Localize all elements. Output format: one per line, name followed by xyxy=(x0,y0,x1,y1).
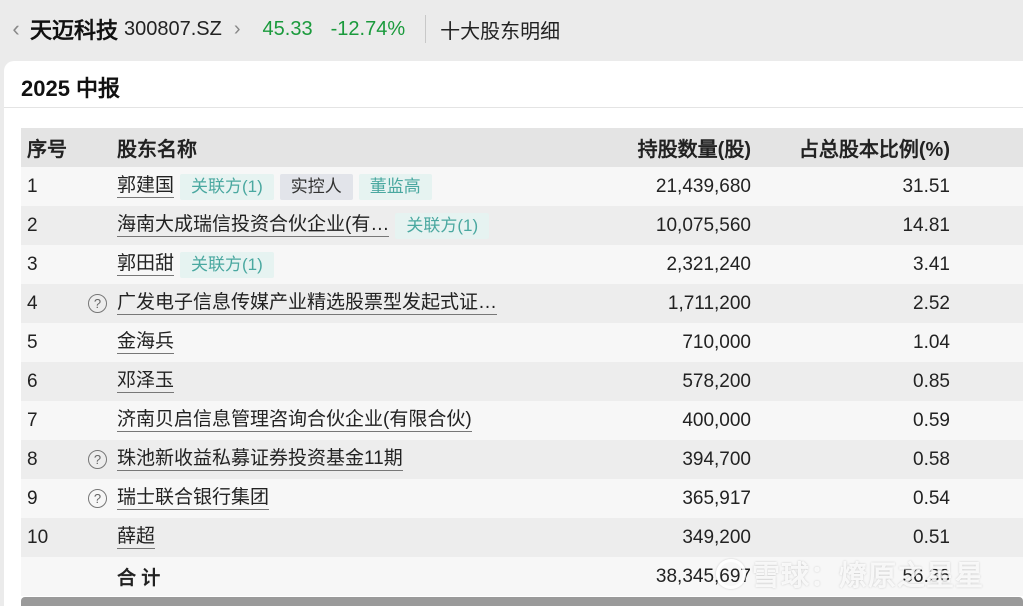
shares-held: 394,700 xyxy=(682,448,751,470)
page-title: 十大股东明细 xyxy=(440,20,561,43)
row-index: 3 xyxy=(27,253,38,275)
share-ratio: 14.81 xyxy=(902,214,950,236)
question-circle-icon[interactable]: ? xyxy=(88,489,107,508)
total-label: 合 计 xyxy=(117,568,161,589)
col-header-ratio[interactable]: 占总股本比例(%) xyxy=(753,133,986,162)
row-index: 4 xyxy=(27,292,38,314)
question-circle-icon[interactable]: ? xyxy=(88,450,107,469)
chevron-right-icon[interactable]: › xyxy=(234,18,241,41)
tag-controller: 实控人 xyxy=(279,173,353,200)
share-ratio: 0.51 xyxy=(913,526,950,548)
tag-executive: 董监高 xyxy=(358,173,432,200)
price-change: -12.74% xyxy=(330,17,406,40)
col-header-shares[interactable]: 持股数量(股) xyxy=(560,133,753,162)
shareholder-name[interactable]: 郭建国 xyxy=(117,175,175,198)
top-bar: ‹ 天迈科技 300807.SZ › 45.33 -12.74% 十大股东明细 xyxy=(0,0,1023,58)
tag-related-party[interactable]: 关联方(1) xyxy=(180,251,274,278)
snowball-logo-icon xyxy=(716,559,746,589)
stock-code: 300807.SZ xyxy=(124,17,222,40)
table-row[interactable]: 7 济南贝启信息管理咨询合伙企业(有限合伙) 400,000 0.59 xyxy=(21,401,1023,440)
shareholder-name[interactable]: 薛超 xyxy=(117,526,156,549)
report-period: 2025 中报 xyxy=(21,76,121,101)
table-row[interactable]: 3 郭田甜 关联方(1) 2,321,240 3.41 xyxy=(21,245,1023,284)
col-header-name: 股东名称 xyxy=(117,139,197,161)
shares-held: 1,711,200 xyxy=(667,292,751,314)
shareholder-name[interactable]: 济南贝启信息管理咨询合伙企业(有限合伙) xyxy=(117,409,472,432)
share-ratio: 0.59 xyxy=(913,409,950,431)
header-divider xyxy=(425,15,427,43)
shareholder-name[interactable]: 广发电子信息传媒产业精选股票型发起式证… xyxy=(117,292,498,315)
shareholder-name[interactable]: 郭田甜 xyxy=(117,253,175,276)
card-divider xyxy=(4,107,1023,108)
shareholders-table: 序号 股东名称 持股数量(股) 占总股本比例(%) 1 郭建国 关联方(1) 实控人董… xyxy=(21,128,1023,596)
share-ratio: 0.54 xyxy=(913,487,950,509)
shares-held: 400,000 xyxy=(682,409,751,431)
table-row[interactable]: 6 邓泽玉 578,200 0.85 xyxy=(21,362,1023,401)
table-row[interactable]: 5 金海兵 710,000 1.04 xyxy=(21,323,1023,362)
share-ratio: 2.52 xyxy=(913,292,950,314)
shares-held: 710,000 xyxy=(682,331,751,353)
watermark-text: 雪球：燎原之星星 xyxy=(752,560,985,591)
shares-held: 2,321,240 xyxy=(666,253,751,275)
horizontal-scrollbar[interactable] xyxy=(21,597,1023,606)
share-ratio: 0.85 xyxy=(913,370,950,392)
watermark: 雪球：燎原之星星 xyxy=(716,556,984,592)
shares-held: 365,917 xyxy=(682,487,751,509)
share-ratio: 1.04 xyxy=(913,331,950,353)
row-index: 5 xyxy=(27,331,38,353)
shareholder-name[interactable]: 珠池新收益私募证券投资基金11期 xyxy=(117,448,403,471)
table-row[interactable]: 2 海南大成瑞信投资合伙企业(有… 关联方(1) 10,075,560 14.81 xyxy=(21,206,1023,245)
row-index: 7 xyxy=(27,409,38,431)
share-ratio: 3.41 xyxy=(913,253,950,275)
shareholder-name[interactable]: 邓泽玉 xyxy=(117,370,175,393)
row-index: 6 xyxy=(27,370,38,392)
shareholder-name[interactable]: 海南大成瑞信投资合伙企业(有… xyxy=(117,214,390,237)
share-ratio: 0.58 xyxy=(913,448,950,470)
row-index: 9 xyxy=(27,487,38,509)
row-index: 10 xyxy=(27,526,49,548)
table-row[interactable]: 8? 珠池新收益私募证券投资基金11期 394,700 0.58 xyxy=(21,440,1023,479)
row-index: 1 xyxy=(27,175,38,197)
question-circle-icon[interactable]: ? xyxy=(88,294,107,313)
shares-held: 21,439,680 xyxy=(655,175,751,197)
col-header-index: 序号 xyxy=(27,139,67,161)
stock-price: 45.33 xyxy=(262,17,313,40)
chevron-left-icon[interactable]: ‹ xyxy=(4,16,28,42)
shares-held: 578,200 xyxy=(682,370,751,392)
table-row[interactable]: 10 薛超 349,200 0.51 xyxy=(21,518,1023,557)
table-row[interactable]: 1 郭建国 关联方(1) 实控人 董监高 21,439,680 31.51 xyxy=(21,167,1023,206)
table-row[interactable]: 4? 广发电子信息传媒产业精选股票型发起式证… 1,711,200 2.52 xyxy=(21,284,1023,323)
shareholder-name[interactable]: 瑞士联合银行集团 xyxy=(117,487,270,510)
tag-related-party[interactable]: 关联方(1) xyxy=(180,173,274,200)
share-ratio: 31.51 xyxy=(902,175,950,197)
table-header: 序号 股东名称 持股数量(股) 占总股本比例(%) xyxy=(21,128,1023,167)
shares-held: 349,200 xyxy=(682,526,751,548)
row-index: 8 xyxy=(27,448,38,470)
tag-related-party[interactable]: 关联方(1) xyxy=(395,212,490,239)
table-row[interactable]: 9? 瑞士联合银行集团 365,917 0.54 xyxy=(21,479,1023,518)
stock-name[interactable]: 天迈科技 xyxy=(30,13,118,45)
row-index: 2 xyxy=(27,214,38,236)
shares-held: 10,075,560 xyxy=(655,214,751,236)
shareholder-name[interactable]: 金海兵 xyxy=(117,331,175,354)
